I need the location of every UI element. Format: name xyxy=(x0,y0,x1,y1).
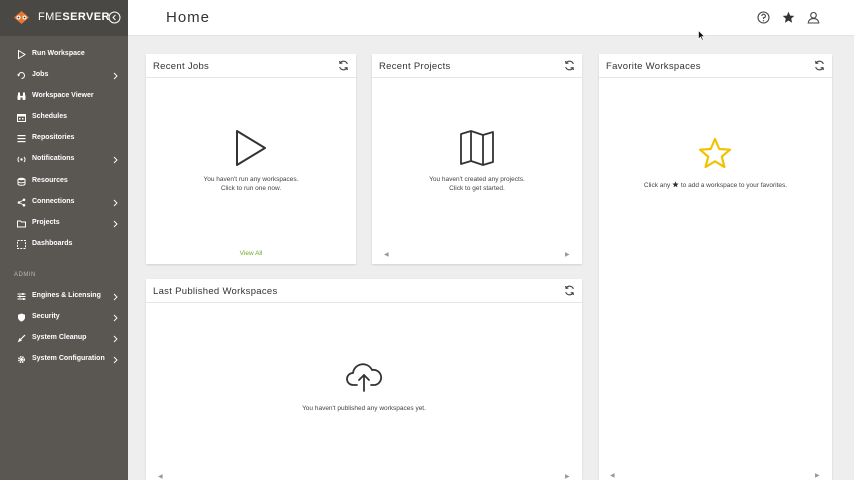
top-header: Home xyxy=(128,0,854,36)
pager-next-button[interactable]: ▶ xyxy=(565,473,570,480)
chevron-right-icon xyxy=(113,72,118,80)
favorites-star-icon[interactable] xyxy=(782,11,795,24)
chevron-right-icon xyxy=(113,335,118,343)
chevron-right-icon xyxy=(113,314,118,322)
help-icon[interactable] xyxy=(757,11,770,24)
cloud-upload-icon[interactable] xyxy=(345,361,383,393)
sidebar-item-resources[interactable]: Resources xyxy=(0,173,128,191)
recent-jobs-title: Recent Jobs xyxy=(153,61,210,72)
recent-jobs-header: Recent Jobs xyxy=(146,54,356,78)
last-published-title: Last Published Workspaces xyxy=(153,286,278,297)
favorite-star-outline-icon xyxy=(698,137,732,169)
chevron-right-icon xyxy=(113,356,118,364)
pager-prev-button[interactable]: ◀ xyxy=(158,473,163,480)
refresh-icon[interactable] xyxy=(814,60,825,71)
signal-icon xyxy=(17,156,26,163)
recent-jobs-empty-message[interactable]: You haven't run any workspaces. Click to… xyxy=(146,175,356,193)
sliders-icon xyxy=(17,293,26,300)
last-published-header: Last Published Workspaces xyxy=(146,279,582,303)
pager-next-button[interactable]: ▶ xyxy=(815,472,820,479)
pager-next-button[interactable]: ▶ xyxy=(565,251,570,258)
recent-jobs-card: Recent Jobs You haven't run any workspac… xyxy=(146,54,356,264)
sidebar-item-security[interactable]: Security xyxy=(0,309,128,327)
list-icon xyxy=(17,135,26,143)
play-icon xyxy=(18,50,26,59)
favorite-workspaces-card: Favorite Workspaces Click any to add a w… xyxy=(599,54,832,480)
sidebar-item-projects[interactable]: Projects xyxy=(0,215,128,233)
sidebar-item-notifications[interactable]: Notifications xyxy=(0,151,128,169)
sidebar-item-engines-licensing[interactable]: Engines & Licensing xyxy=(0,288,128,306)
recent-projects-card: Recent Projects You haven't created any … xyxy=(372,54,582,264)
last-published-workspaces-card: Last Published Workspaces You haven't pu… xyxy=(146,279,582,480)
broom-icon xyxy=(17,334,26,343)
share-icon xyxy=(17,198,26,207)
gear-icon xyxy=(17,355,26,364)
shield-icon xyxy=(18,313,25,322)
small-star-icon xyxy=(672,181,679,188)
chevron-right-icon xyxy=(113,220,118,228)
favorite-workspaces-header: Favorite Workspaces xyxy=(599,54,832,78)
view-all-link[interactable]: View All xyxy=(146,250,356,257)
brand-bar: FMESERVER xyxy=(0,0,128,36)
sidebar-item-run-workspace[interactable]: Run Workspace xyxy=(0,46,128,64)
recent-projects-header: Recent Projects xyxy=(372,54,582,78)
refresh-icon[interactable] xyxy=(564,285,575,296)
sidebar: FMESERVER Run Workspace Jobs Workspace V… xyxy=(0,0,128,480)
fme-logo-icon[interactable] xyxy=(13,10,30,25)
user-icon[interactable] xyxy=(807,11,820,24)
binoculars-icon xyxy=(17,92,26,100)
sidebar-item-workspace-viewer[interactable]: Workspace Viewer xyxy=(0,88,128,106)
dashboard-icon xyxy=(17,240,26,249)
pager-prev-button[interactable]: ◀ xyxy=(384,251,389,258)
last-published-empty-message: You haven't published any workspaces yet… xyxy=(302,405,426,412)
mouse-cursor-icon xyxy=(698,30,705,41)
collapse-sidebar-icon[interactable] xyxy=(108,11,121,24)
chevron-right-icon xyxy=(113,156,118,164)
sidebar-item-repositories[interactable]: Repositories xyxy=(0,130,128,148)
recent-projects-title: Recent Projects xyxy=(379,61,451,72)
sidebar-item-schedules[interactable]: Schedules xyxy=(0,109,128,127)
pager-prev-button[interactable]: ◀ xyxy=(610,472,615,479)
sidebar-item-system-configuration[interactable]: System Configuration xyxy=(0,351,128,369)
database-icon xyxy=(17,177,26,186)
run-workspace-play-icon[interactable] xyxy=(234,129,268,167)
sidebar-item-dashboards[interactable]: Dashboards xyxy=(0,236,128,254)
history-icon xyxy=(17,72,25,79)
page-title: Home xyxy=(166,9,211,26)
folder-icon xyxy=(17,220,26,228)
refresh-icon[interactable] xyxy=(338,60,349,71)
sidebar-item-jobs[interactable]: Jobs xyxy=(0,67,128,85)
favorite-workspaces-empty-message: Click any to add a workspace to your fav… xyxy=(643,181,788,189)
projects-map-icon[interactable] xyxy=(459,130,495,166)
recent-projects-empty-message[interactable]: You haven't created any projects. Click … xyxy=(372,175,582,193)
sidebar-item-connections[interactable]: Connections xyxy=(0,194,128,212)
chevron-right-icon xyxy=(113,199,118,207)
favorite-workspaces-title: Favorite Workspaces xyxy=(606,61,701,72)
brand-name: FMESERVER xyxy=(38,11,110,23)
chevron-right-icon xyxy=(113,293,118,301)
calendar-icon xyxy=(17,114,26,122)
sidebar-item-system-cleanup[interactable]: System Cleanup xyxy=(0,330,128,348)
admin-section-label: ADMIN xyxy=(14,272,36,278)
refresh-icon[interactable] xyxy=(564,60,575,71)
